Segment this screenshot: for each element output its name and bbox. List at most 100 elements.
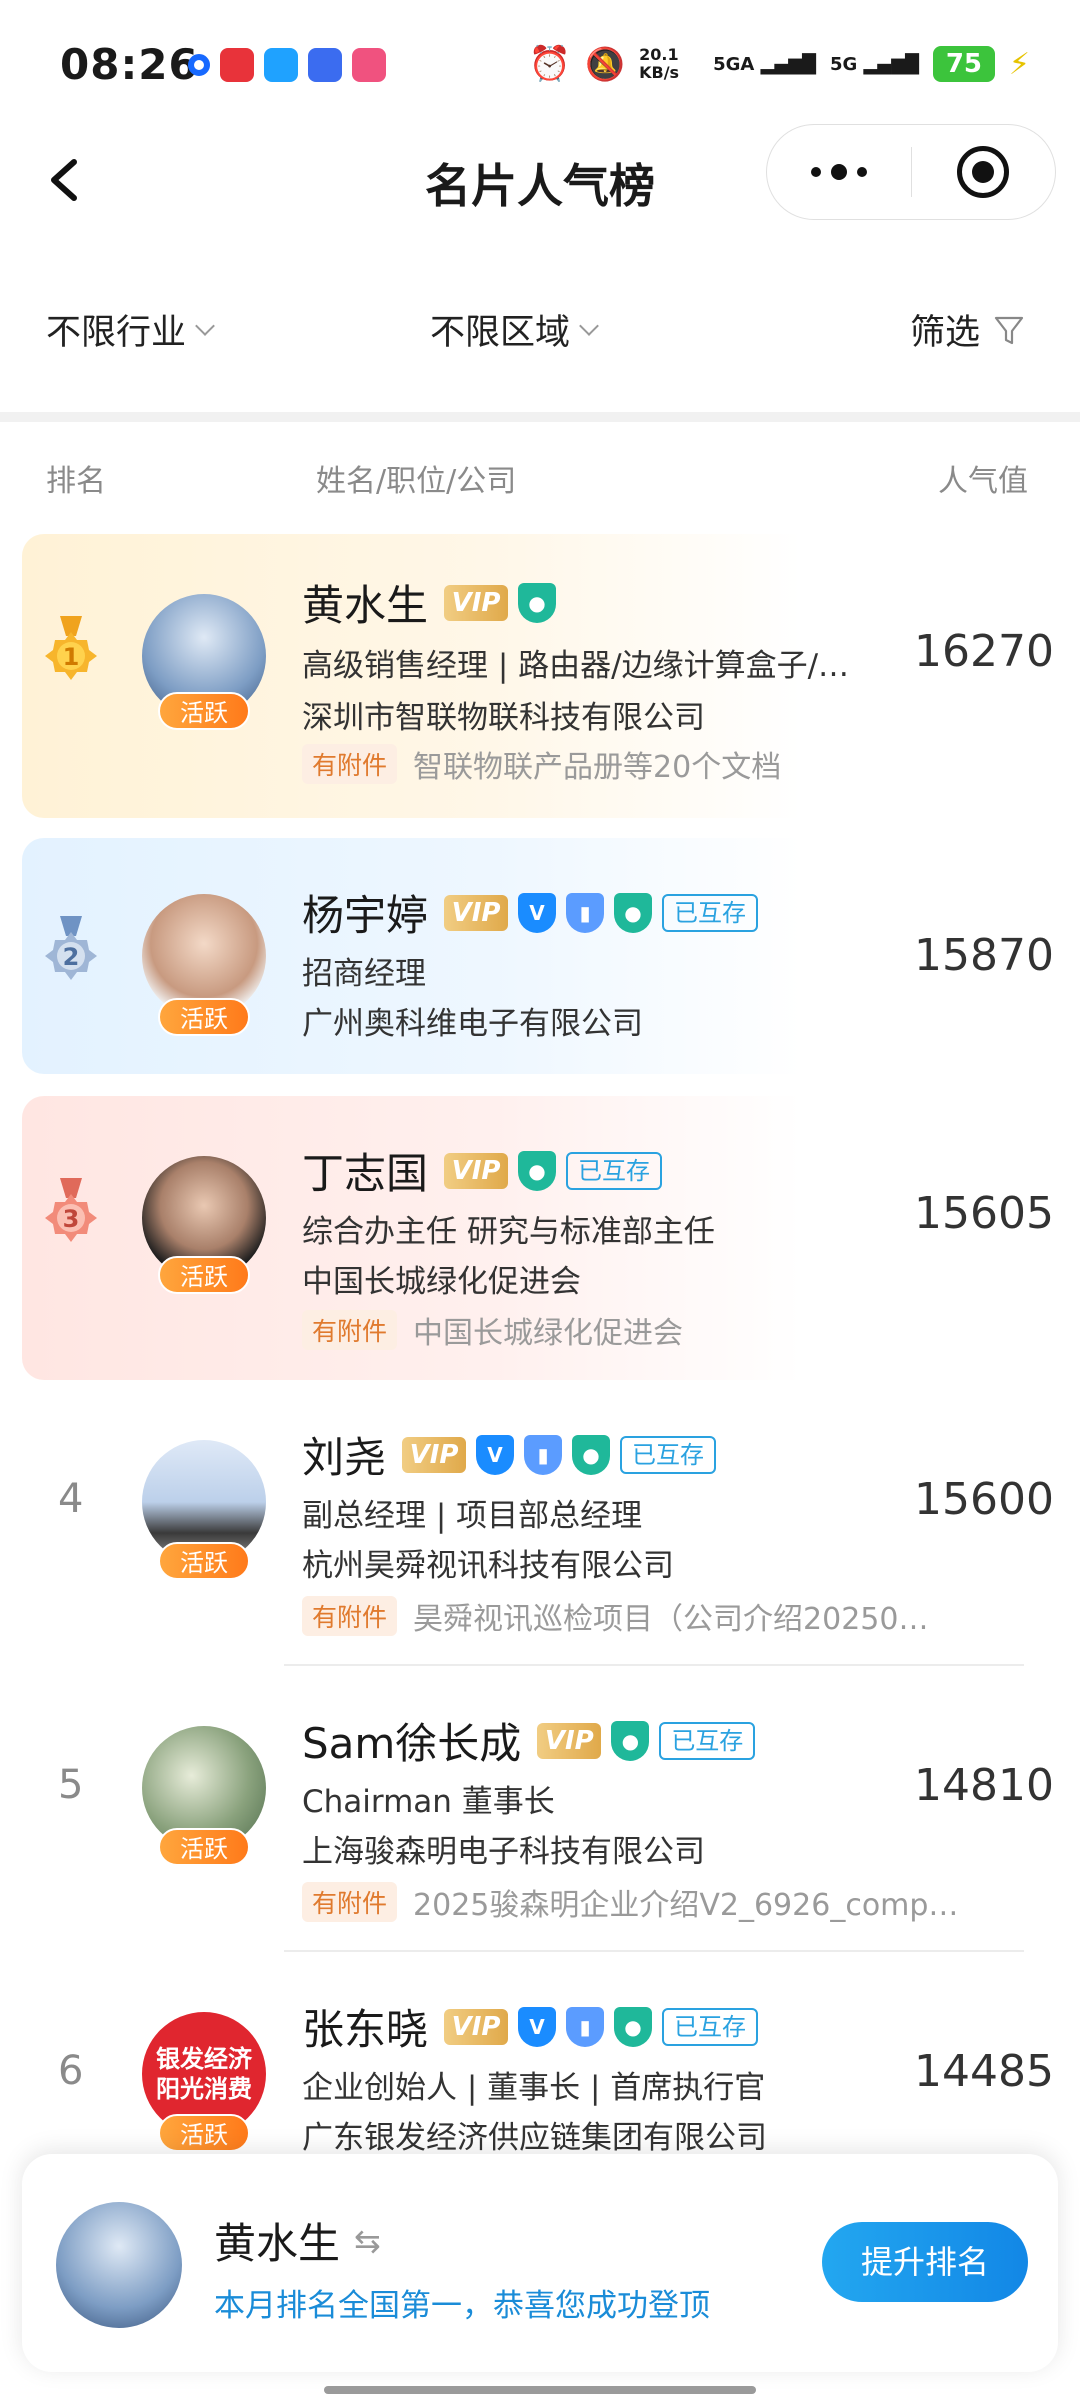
cc-app-icon	[264, 48, 298, 82]
person-name: 张东晓	[302, 2005, 429, 2054]
close-button[interactable]	[911, 124, 1055, 220]
mute-icon: 🔕	[585, 45, 626, 83]
signal-5g-label: 5G	[829, 53, 858, 75]
close-target-icon	[957, 146, 1010, 198]
silver-medal-icon: 2	[45, 916, 97, 980]
job-title: 企业创始人 | 董事长 | 首席执行官	[302, 2070, 766, 2106]
status-time: 08:26	[60, 40, 199, 89]
table-row[interactable]: 3 活跃 丁志国 VIP ● 已互存 综合办主任 研究与标准部主任 中国长城绿化…	[22, 1096, 1062, 1380]
battery-icon: 75	[932, 46, 995, 82]
more-button[interactable]	[767, 124, 911, 220]
mutual-saved-badge: 已互存	[659, 1721, 756, 1760]
svg-text:2: 2	[63, 943, 80, 971]
table-row[interactable]: 1 活跃 黄水生 VIP ● 高级销售经理 | 路由器/边缘计算盒子/… 深圳市…	[22, 534, 1062, 818]
job-title: 综合办主任 研究与标准部主任	[302, 1214, 715, 1250]
svg-text:1: 1	[63, 643, 80, 671]
attachment-line: 有附件 中国长城绿化促进会	[302, 1308, 683, 1352]
charging-icon: ⚡	[1008, 46, 1030, 82]
active-badge: 活跃	[158, 998, 250, 1036]
person-name: 刘尧	[302, 1433, 387, 1482]
mutual-saved-badge: 已互存	[620, 1435, 717, 1474]
person-verified-icon: ●	[572, 1434, 611, 1475]
app-notification-icon	[188, 54, 210, 76]
home-indicator[interactable]	[324, 2386, 756, 2394]
my-rank-message: 本月排名全国第一，恭喜您成功登顶	[214, 2288, 710, 2324]
person-name: 丁志国	[302, 1149, 429, 1198]
job-title: 招商经理	[302, 956, 426, 992]
boost-rank-button[interactable]: 提升排名	[822, 2222, 1028, 2302]
chevron-down-icon	[195, 315, 215, 336]
vivo-app-icon	[308, 48, 342, 82]
company-name: 上海骏森明电子科技有限公司	[302, 1834, 705, 1870]
notification-icons	[188, 48, 386, 82]
name-line: 黄水生 VIP ●	[302, 572, 557, 633]
screen-filter-label: 筛选	[910, 313, 981, 353]
table-row[interactable]: 2 活跃 杨宇婷 VIP V ▮ ● 已互存 招商经理 广州奥科维电子有限公司 …	[22, 838, 1062, 1074]
popularity-score: 15600	[914, 1474, 1054, 1525]
person-name: 黄水生	[302, 581, 429, 630]
active-badge: 活跃	[158, 692, 250, 730]
security-shield-icon: ▮	[524, 1434, 563, 1475]
svg-text:3: 3	[63, 1205, 80, 1233]
company-name: 广东银发经济供应链集团有限公司	[302, 2120, 767, 2156]
vip-badge: VIP	[444, 894, 509, 931]
region-filter[interactable]: 不限区域	[430, 304, 599, 355]
job-title: 高级销售经理 | 路由器/边缘计算盒子/…	[302, 648, 850, 684]
person-name: Sam徐长成	[302, 1719, 522, 1768]
popularity-score: 14485	[914, 2046, 1054, 2097]
person-verified-icon: ●	[518, 1150, 557, 1191]
popularity-score: 16270	[914, 626, 1054, 677]
table-row[interactable]: 4 活跃 刘尧 VIP V ▮ ● 已互存 副总经理 | 项目部总经理 杭州昊舜…	[22, 1400, 1062, 1666]
name-line: 丁志国 VIP ● 已互存	[302, 1140, 663, 1201]
signal-5ga-icon: 5GA ▂▄▆█	[713, 53, 816, 75]
person-verified-icon: ●	[614, 2006, 653, 2047]
miniprogram-capsule	[766, 124, 1056, 220]
bronze-medal-icon: 3	[45, 1178, 97, 1242]
table-header: 排名 姓名/职位/公司 人气值	[0, 452, 1080, 502]
row-divider	[284, 1950, 1024, 1952]
my-rank-card[interactable]: 黄水生 ⇆ 本月排名全国第一，恭喜您成功登顶 提升排名	[22, 2154, 1058, 2372]
popularity-score: 14810	[914, 1760, 1054, 1811]
status-indicators: ⏰ 🔕 20.1 KB/s 5GA ▂▄▆█ 5G ▂▄▆█ 75 ⚡	[529, 44, 1030, 84]
company-name: 杭州昊舜视讯科技有限公司	[302, 1548, 674, 1584]
my-name: 黄水生	[214, 2219, 341, 2268]
vip-badge: VIP	[444, 1152, 509, 1189]
attachment-tag: 有附件	[302, 744, 398, 784]
active-badge: 活跃	[158, 1828, 250, 1866]
mutual-saved-badge: 已互存	[662, 2007, 759, 2046]
attachment-text: 昊舜视讯巡检项目（公司介绍20250…	[413, 1602, 929, 1637]
alarm-icon: ⏰	[528, 44, 572, 84]
nav-bar: 名片人气榜	[0, 120, 1080, 240]
switch-icon[interactable]: ⇆	[354, 2222, 381, 2260]
row-divider	[284, 1664, 1024, 1666]
table-row[interactable]: 6 银发经济阳光消费 活跃 张东晓 VIP V ▮ ● 已互存 企业创始人 | …	[22, 1972, 1062, 2172]
industry-filter[interactable]: 不限行业	[46, 304, 215, 355]
industry-filter-label: 不限行业	[46, 313, 187, 353]
attachment-line: 有附件 2025骏森明企业介绍V2_6926_comp…	[302, 1880, 958, 1924]
table-row[interactable]: 5 活跃 Sam徐长成 VIP ● 已互存 Chairman 董事长 上海骏森明…	[22, 1686, 1062, 1952]
attachment-line: 有附件 昊舜视讯巡检项目（公司介绍20250…	[302, 1594, 928, 1638]
name-line: 张东晓 VIP V ▮ ● 已互存	[302, 1996, 759, 2057]
job-title: 副总经理 | 项目部总经理	[302, 1498, 643, 1534]
more-dot-icon	[810, 167, 821, 177]
person-verified-icon: ●	[611, 1720, 650, 1761]
status-bar: 08:26 ⏰ 🔕 20.1 KB/s 5GA ▂▄▆█ 5G ▂▄▆█ 75 …	[0, 0, 1080, 120]
vip-badge: VIP	[444, 2008, 509, 2045]
popularity-score: 15605	[914, 1188, 1054, 1239]
attachment-text: 2025骏森明企业介绍V2_6926_comp…	[413, 1888, 959, 1923]
active-badge: 活跃	[158, 1542, 250, 1580]
security-shield-icon: ▮	[566, 892, 605, 933]
v-verified-icon: V	[476, 1434, 515, 1475]
name-line: Sam徐长成 VIP ● 已互存	[302, 1710, 756, 1771]
attachment-tag: 有附件	[302, 1596, 398, 1636]
attachment-tag: 有附件	[302, 1882, 398, 1922]
signal-5ga-label: 5GA	[713, 53, 755, 75]
section-divider	[0, 412, 1080, 422]
screen-filter[interactable]: 筛选	[910, 304, 1026, 355]
name-line: 刘尧 VIP V ▮ ● 已互存	[302, 1424, 717, 1485]
active-badge: 活跃	[158, 2114, 250, 2152]
more-dot-icon	[856, 167, 867, 177]
mutual-saved-badge: 已互存	[662, 893, 759, 932]
attachment-text: 中国长城绿化促进会	[413, 1316, 684, 1351]
attachment-text: 智联物联产品册等20个文档	[413, 750, 782, 785]
